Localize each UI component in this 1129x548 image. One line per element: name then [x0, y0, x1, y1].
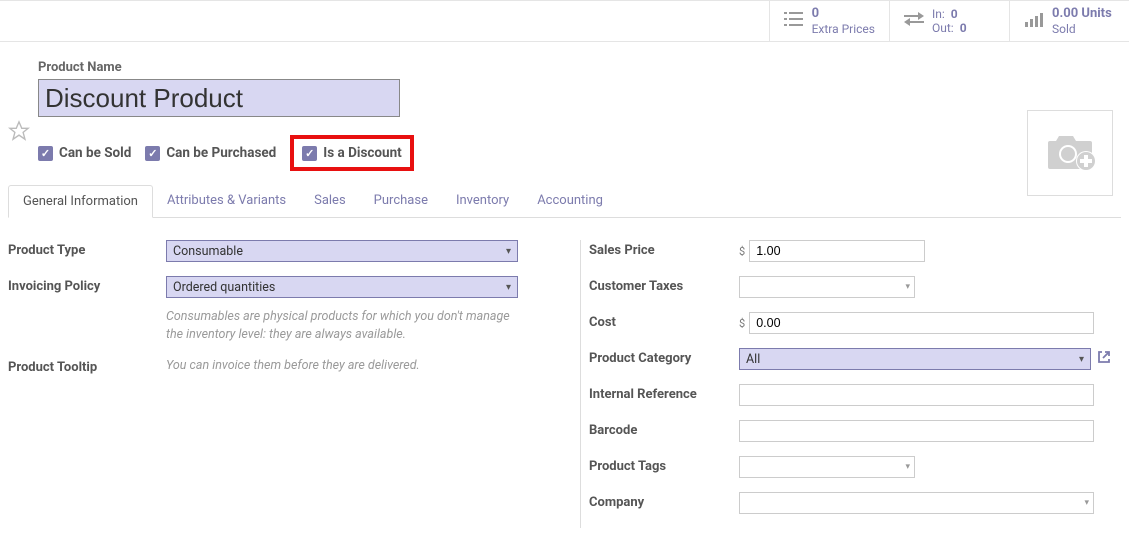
tab-sales[interactable]: Sales: [300, 185, 360, 217]
flag-can-be-sold[interactable]: ✓ Can be Sold: [38, 145, 131, 161]
sales-price-label: Sales Price: [589, 240, 739, 258]
tab-accounting[interactable]: Accounting: [523, 185, 617, 217]
tab-general[interactable]: General Information: [8, 185, 153, 218]
invoicing-policy-help: You can invoice them before they are del…: [166, 357, 518, 375]
stat-extra-prices[interactable]: 0 Extra Prices: [769, 1, 889, 41]
out-value: 0: [960, 21, 967, 35]
product-category-select[interactable]: All ▾: [739, 348, 1091, 370]
is-discount-highlight: ✓ Is a Discount: [290, 135, 413, 171]
barcode-input[interactable]: [739, 420, 1094, 442]
cost-input[interactable]: [749, 312, 1094, 334]
bars-icon: [1024, 11, 1044, 32]
tabs: General Information Attributes & Variant…: [8, 185, 1121, 218]
chevron-down-icon: ▾: [506, 246, 511, 257]
chevron-down-icon: ▾: [905, 282, 910, 292]
extra-prices-label: Extra Prices: [812, 22, 875, 36]
chevron-down-icon: ▾: [1079, 354, 1084, 365]
stat-sold[interactable]: 0.00 Units Sold: [1009, 1, 1129, 41]
external-link-icon[interactable]: [1097, 350, 1111, 368]
sold-label: Sold: [1052, 22, 1112, 36]
product-type-select[interactable]: Consumable ▾: [166, 240, 518, 262]
sold-value: 0.00 Units: [1052, 6, 1112, 22]
chevron-down-icon: ▾: [506, 282, 511, 293]
stat-in-out[interactable]: In:0 Out:0: [889, 1, 1009, 41]
in-value: 0: [951, 7, 958, 21]
customer-taxes-input[interactable]: ▾: [739, 276, 915, 298]
internal-reference-input[interactable]: [739, 384, 1094, 406]
stat-bar: 0 Extra Prices In:0 Out:0 0.00 Units Sol…: [0, 0, 1129, 42]
favorite-star-icon[interactable]: [8, 120, 30, 148]
product-type-label: Product Type: [8, 240, 166, 258]
product-category-value: All: [746, 352, 760, 367]
checkbox-checked-icon: ✓: [302, 146, 317, 161]
can-be-sold-label: Can be Sold: [59, 145, 131, 161]
product-tags-input[interactable]: ▾: [739, 456, 915, 478]
currency-symbol: $: [739, 245, 745, 258]
is-discount-label: Is a Discount: [323, 145, 401, 161]
chevron-down-icon: ▾: [905, 462, 910, 472]
product-tooltip-label: Product Tooltip: [8, 357, 166, 375]
currency-symbol: $: [739, 317, 745, 330]
product-name-label: Product Name: [38, 60, 1121, 75]
checkbox-checked-icon: ✓: [38, 146, 53, 161]
barcode-label: Barcode: [589, 420, 739, 438]
invoicing-policy-select[interactable]: Ordered quantities ▾: [166, 276, 518, 298]
company-select[interactable]: ▾: [739, 492, 1094, 514]
product-category-label: Product Category: [589, 348, 739, 366]
flag-is-discount[interactable]: ✓ Is a Discount: [302, 145, 401, 161]
form-sheet: Product Name ✓ Can be Sold ✓ Can be Purc…: [0, 42, 1129, 548]
flag-can-be-purchased[interactable]: ✓ Can be Purchased: [145, 145, 276, 161]
invoicing-policy-label: Invoicing Policy: [8, 276, 166, 294]
product-type-value: Consumable: [173, 244, 243, 259]
cost-label: Cost: [589, 312, 739, 330]
customer-taxes-label: Customer Taxes: [589, 276, 739, 294]
company-label: Company: [589, 492, 739, 510]
tab-inventory[interactable]: Inventory: [442, 185, 523, 217]
product-tags-label: Product Tags: [589, 456, 739, 474]
camera-plus-icon: [1042, 131, 1098, 175]
transfer-icon: [904, 11, 924, 32]
checkbox-checked-icon: ✓: [145, 146, 160, 161]
tab-attributes[interactable]: Attributes & Variants: [153, 185, 300, 217]
product-type-help: Consumables are physical products for wh…: [166, 308, 518, 343]
internal-reference-label: Internal Reference: [589, 384, 739, 402]
product-name-input[interactable]: [38, 79, 400, 117]
extra-prices-value: 0: [812, 6, 875, 22]
right-column: Sales Price $ Customer Taxes ▾ Cost $: [580, 240, 1121, 528]
list-icon: [784, 11, 804, 32]
product-image-placeholder[interactable]: [1027, 110, 1113, 196]
tab-purchase[interactable]: Purchase: [360, 185, 442, 217]
in-label: In:: [932, 7, 945, 21]
out-label: Out:: [932, 21, 954, 35]
chevron-down-icon: ▾: [1084, 498, 1089, 508]
left-column: Product Type Consumable ▾ Invoicing Poli…: [8, 240, 540, 528]
sales-price-input[interactable]: [749, 240, 925, 262]
tab-content-general: Product Type Consumable ▾ Invoicing Poli…: [8, 218, 1121, 548]
can-be-purchased-label: Can be Purchased: [166, 145, 276, 161]
invoicing-policy-value: Ordered quantities: [173, 280, 275, 295]
